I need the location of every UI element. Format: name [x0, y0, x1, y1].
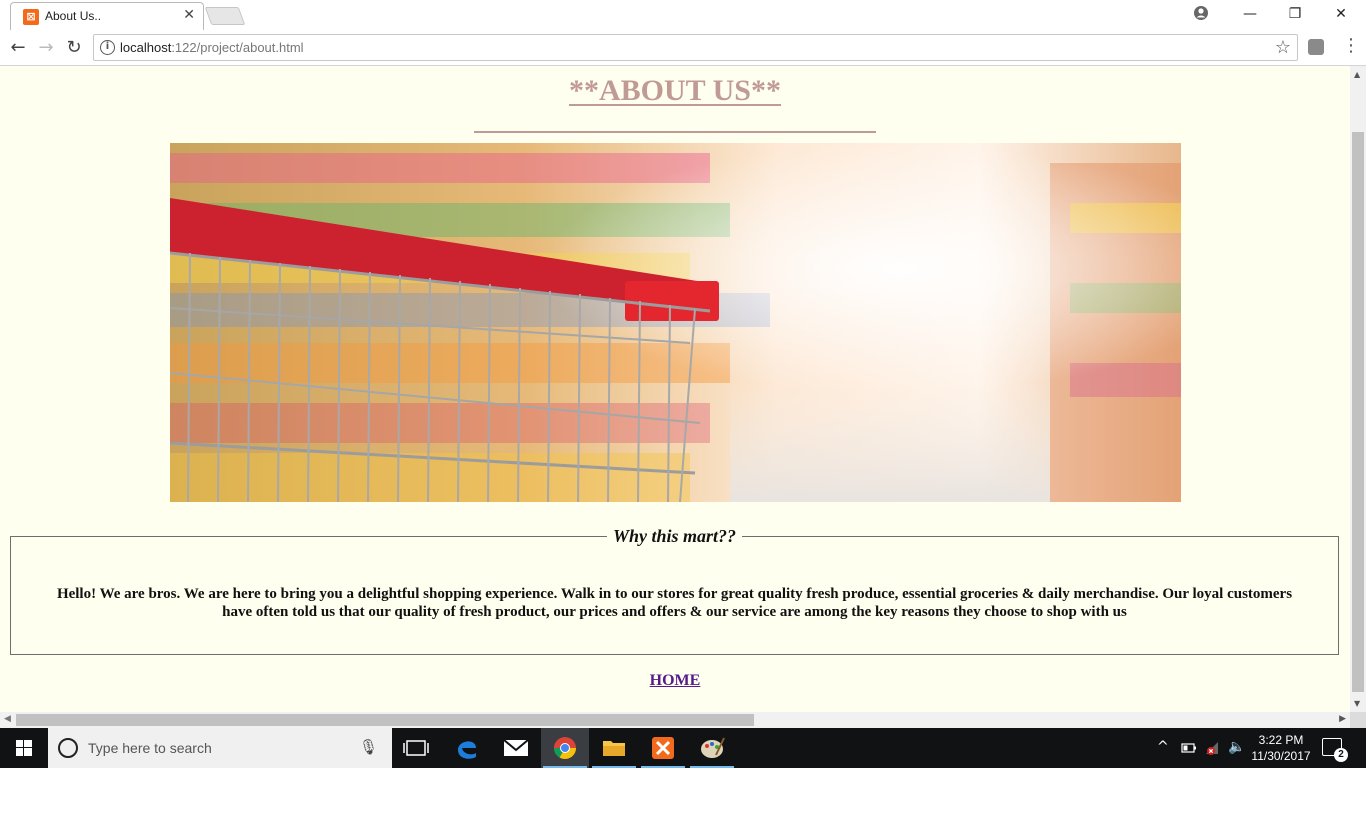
- search-placeholder: Type here to search: [88, 740, 212, 756]
- cortana-icon: [58, 738, 78, 758]
- vertical-scrollbar[interactable]: ▲ ▼: [1350, 66, 1366, 712]
- xampp-icon: [652, 737, 674, 759]
- notification-count-badge: 2: [1334, 748, 1348, 762]
- page-title: **ABOUT US**: [569, 74, 781, 107]
- why-this-mart-section: Why this mart?? Hello! We are bros. We a…: [10, 526, 1339, 655]
- horizontal-scroll-thumb[interactable]: [16, 714, 754, 726]
- vertical-scroll-thumb[interactable]: [1352, 132, 1364, 692]
- scrollbar-corner: [1350, 712, 1366, 728]
- scroll-up-arrow-icon[interactable]: ▲: [1354, 70, 1360, 79]
- file-explorer-taskbar-item[interactable]: [590, 728, 638, 768]
- minimize-button[interactable]: —: [1227, 2, 1273, 28]
- running-indicator: [592, 766, 636, 768]
- microphone-icon[interactable]: 🎙: [359, 738, 378, 756]
- url-text[interactable]: localhost:122/project/about.html: [120, 40, 304, 55]
- page-viewport: **ABOUT US** Why this mart?? Hello! We a…: [0, 66, 1350, 712]
- windows-taskbar: Type here to search 🎙 ^ 🔈 3:22 PM 11/30/…: [0, 728, 1366, 768]
- show-hidden-icons-chevron-icon[interactable]: ^: [1157, 739, 1169, 779]
- edge-icon[interactable]: [443, 728, 491, 768]
- scroll-right-arrow-icon[interactable]: ▶: [1339, 714, 1346, 724]
- url-path: :122/project/about.html: [171, 40, 304, 55]
- back-arrow-icon[interactable]: ←: [6, 36, 30, 60]
- home-link-container: HOME: [0, 672, 1350, 690]
- taskbar-search-box[interactable]: Type here to search 🎙: [48, 728, 392, 768]
- horizontal-scrollbar[interactable]: ◀ ▶: [0, 712, 1350, 728]
- running-indicator: [690, 766, 734, 768]
- tab-title: About Us..: [45, 9, 102, 23]
- chrome-icon: [554, 737, 576, 759]
- section-legend: Why this mart??: [612, 526, 737, 546]
- page-heading: **ABOUT US**: [0, 74, 1350, 108]
- browser-tabstrip: ⊠ About Us.. ✕ — ❐ ✕: [0, 0, 1366, 30]
- running-indicator: [641, 766, 685, 768]
- restore-button[interactable]: ❐: [1272, 2, 1318, 28]
- windows-start-icon[interactable]: [0, 728, 48, 768]
- volume-icon[interactable]: 🔈: [1228, 739, 1245, 779]
- chrome-taskbar-item[interactable]: [541, 728, 589, 768]
- clock-date: 11/30/2017: [1251, 749, 1311, 763]
- browser-menu-icon[interactable]: ⋮: [1342, 35, 1360, 56]
- new-tab-button[interactable]: [204, 7, 246, 25]
- paint-icon: [701, 737, 725, 758]
- hero-image: [170, 143, 1181, 502]
- taskbar-clock[interactable]: 3:22 PM 11/30/2017: [1250, 732, 1312, 764]
- network-disconnected-icon[interactable]: [1204, 740, 1222, 756]
- heading-divider: [474, 131, 876, 133]
- battery-icon[interactable]: [1181, 742, 1197, 754]
- close-window-button[interactable]: ✕: [1318, 2, 1364, 28]
- home-link[interactable]: HOME: [650, 672, 701, 689]
- task-view-icon[interactable]: [392, 728, 440, 768]
- forward-arrow-icon[interactable]: →: [34, 36, 58, 60]
- info-icon[interactable]: i: [100, 40, 115, 55]
- extension-icon[interactable]: [1308, 39, 1324, 55]
- browser-toolbar: ← → ↻ i localhost:122/project/about.html…: [0, 30, 1366, 66]
- profile-icon[interactable]: [1193, 5, 1209, 21]
- about-paragraph: Hello! We are bros. We are here to bring…: [56, 586, 1293, 620]
- xampp-taskbar-item[interactable]: [639, 728, 687, 768]
- paint-taskbar-item[interactable]: [688, 728, 736, 768]
- xampp-favicon-icon: ⊠: [23, 9, 39, 25]
- address-bar[interactable]: i localhost:122/project/about.html ☆: [93, 34, 1298, 61]
- scroll-down-arrow-icon[interactable]: ▼: [1354, 699, 1360, 708]
- tab-close-icon[interactable]: ✕: [183, 7, 195, 23]
- mail-icon[interactable]: [492, 728, 540, 768]
- browser-tab-active[interactable]: ⊠ About Us.. ✕: [10, 2, 204, 30]
- clock-time: 3:22 PM: [1258, 733, 1304, 747]
- scroll-left-arrow-icon[interactable]: ◀: [4, 714, 11, 724]
- reload-icon[interactable]: ↻: [62, 36, 86, 60]
- active-indicator: [543, 766, 587, 768]
- url-host: localhost: [120, 40, 172, 55]
- folder-icon: [603, 741, 625, 756]
- bookmark-star-icon[interactable]: ☆: [1275, 37, 1291, 58]
